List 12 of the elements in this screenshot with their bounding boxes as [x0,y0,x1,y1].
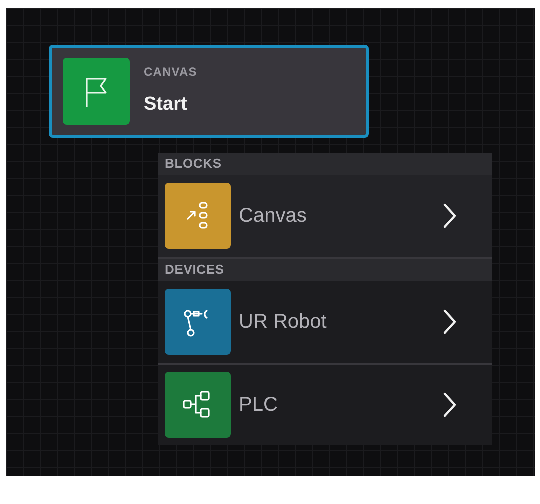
chevron-right-icon [443,309,457,335]
section-header: DEVICES [158,259,492,281]
menu-item[interactable]: Canvas [158,175,492,257]
node-title: Start [144,93,188,118]
item-label: UR Robot [239,310,328,335]
item-label: PLC [239,393,279,418]
item-label: Canvas [239,204,308,229]
section-header: BLOCKS [158,153,492,175]
start-node[interactable]: CANVAS Start [49,45,369,138]
chevron-right-icon [443,203,457,229]
chevron-right-icon [443,392,457,418]
node-category: CANVAS [144,64,198,82]
